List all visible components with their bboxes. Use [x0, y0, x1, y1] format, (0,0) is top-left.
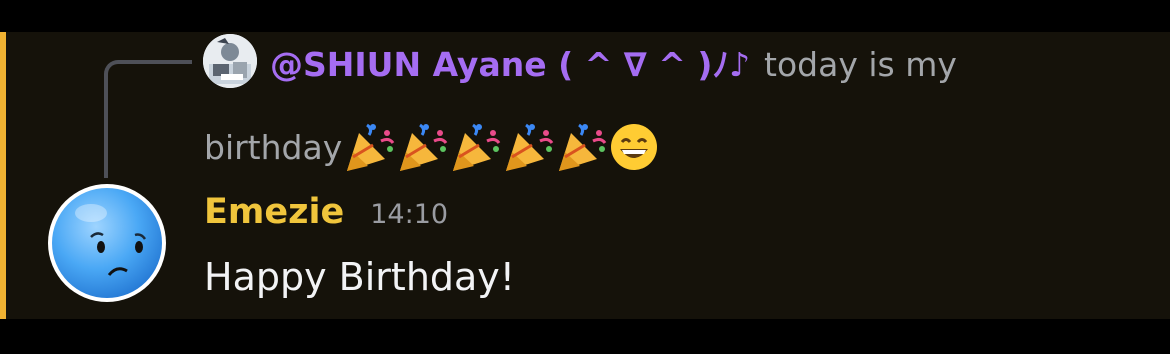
user-avatar[interactable]: [47, 183, 167, 303]
party-popper-emoji-icon: [347, 123, 395, 171]
party-popper-emoji-icon: [506, 123, 554, 171]
replied-message-preview-continued: birthday: [204, 119, 660, 175]
reply-author-name[interactable]: @SHIUN Ayane ( ^ ∇ ^ )ﾉ♪: [270, 45, 750, 84]
party-popper-emoji-icon: [400, 123, 448, 171]
message-content: Happy Birthday!: [204, 255, 516, 299]
message-item[interactable]: @SHIUN Ayane ( ^ ∇ ^ )ﾉ♪ today is my birt…: [0, 32, 1170, 319]
message-header: Emezie 14:10: [204, 192, 448, 232]
mention-highlight-bar: [0, 32, 6, 319]
party-popper-emoji-icon: [559, 123, 607, 171]
grinning-face-emoji-icon: [611, 124, 658, 170]
replied-message-preview[interactable]: @SHIUN Ayane ( ^ ∇ ^ )ﾉ♪ today is my: [270, 42, 1150, 88]
chat-view: @SHIUN Ayane ( ^ ∇ ^ )ﾉ♪ today is my birt…: [0, 0, 1170, 354]
reply-text-continued: birthday: [204, 127, 343, 167]
reply-author-avatar[interactable]: [203, 34, 257, 88]
reply-connector-line: [104, 60, 192, 178]
reply-text: today is my: [764, 45, 957, 84]
message-timestamp[interactable]: 14:10: [370, 199, 448, 230]
message-author-name[interactable]: Emezie: [204, 192, 344, 232]
party-popper-emoji-icon: [453, 123, 501, 171]
